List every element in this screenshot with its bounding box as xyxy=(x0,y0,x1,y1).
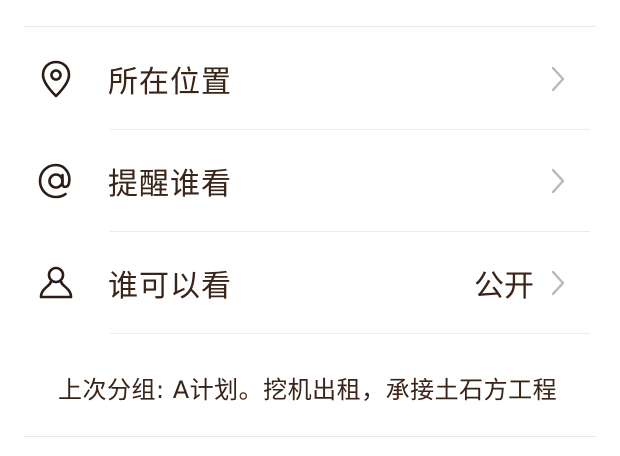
location-label: 所在位置 xyxy=(108,65,232,100)
chevron-right-icon xyxy=(548,269,568,297)
mention-row[interactable]: 提醒谁看 xyxy=(0,130,620,232)
row-divider xyxy=(110,333,590,334)
chevron-right-icon xyxy=(548,167,568,195)
location-row[interactable]: 所在位置 xyxy=(0,28,620,130)
bottom-divider xyxy=(24,436,596,437)
last-group-note: 上次分组: A计划。挖机出租，承接土石方工程 xyxy=(58,376,558,404)
location-pin-icon xyxy=(36,59,76,99)
mention-label: 提醒谁看 xyxy=(108,167,232,202)
visibility-row[interactable]: 谁可以看 公开 xyxy=(0,232,620,334)
visibility-value: 公开 xyxy=(474,269,534,304)
visibility-label: 谁可以看 xyxy=(108,269,232,304)
chevron-right-icon xyxy=(548,65,568,93)
at-icon xyxy=(36,161,76,201)
person-icon xyxy=(36,263,76,303)
top-divider xyxy=(24,26,596,27)
